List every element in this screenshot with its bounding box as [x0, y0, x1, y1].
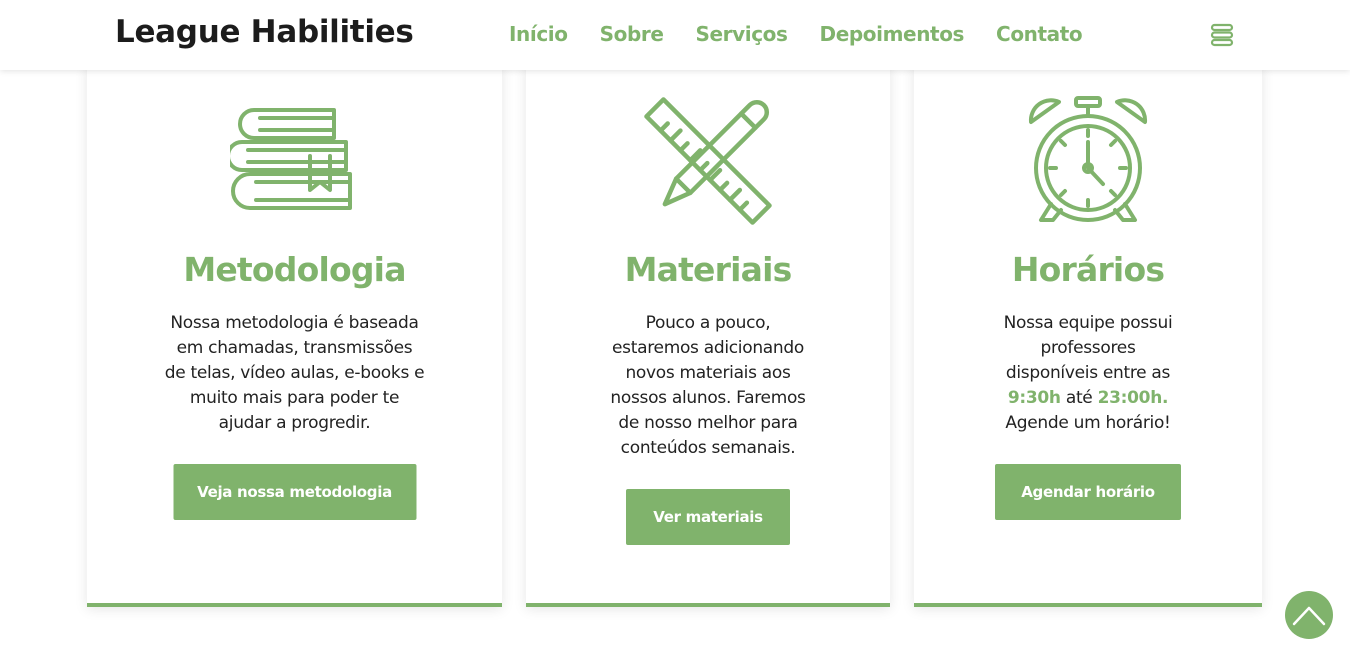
- site-header: League Habilities Início Sobre Serviços …: [0, 0, 1350, 70]
- desc-line: professores: [1040, 338, 1136, 358]
- time-end: 23:00h.: [1097, 388, 1169, 408]
- card-title: Materiais: [624, 250, 793, 289]
- nav-servicos[interactable]: Serviços: [695, 22, 787, 46]
- card-description: Nossa equipe possui professores disponív…: [988, 311, 1188, 436]
- desc-line: de nosso melhor para: [618, 413, 798, 433]
- card-horarios: Horários Nossa equipe possui professores…: [914, 64, 1262, 607]
- card-title: Metodologia: [183, 250, 406, 289]
- card-description: Nossa metodologia é baseada em chamadas,…: [160, 311, 430, 436]
- desc-line: ajudar a progredir.: [218, 413, 371, 433]
- desc-line: disponíveis entre as: [1005, 363, 1171, 383]
- card-materiais: Materiais Pouco a pouco, estaremos adici…: [526, 64, 890, 607]
- desc-line: Agende um horário!: [1005, 413, 1171, 433]
- scroll-to-top-button[interactable]: [1285, 591, 1333, 639]
- menu-stack-icon[interactable]: [1209, 22, 1235, 48]
- agendar-horario-button[interactable]: Agendar horário: [995, 464, 1181, 520]
- books-icon: [225, 104, 360, 219]
- veja-metodologia-button[interactable]: Veja nossa metodologia: [173, 464, 416, 520]
- nav-contato[interactable]: Contato: [996, 22, 1083, 46]
- desc-line: Pouco a pouco,: [645, 313, 771, 333]
- alarm-clock-icon: [1023, 96, 1153, 229]
- ruler-pencil-icon: [643, 96, 773, 231]
- card-title: Horários: [1011, 250, 1165, 289]
- desc-line: de telas, vídeo aulas, e-books e: [164, 363, 425, 383]
- desc-line: estaremos adicionando: [612, 338, 804, 358]
- nav-inicio[interactable]: Início: [509, 22, 568, 46]
- nav-depoimentos[interactable]: Depoimentos: [820, 22, 965, 46]
- time-start: 9:30h: [1007, 388, 1061, 408]
- desc-line: Nossa metodologia é baseada: [170, 313, 419, 333]
- desc-line: conteúdos semanais.: [620, 438, 796, 458]
- main-nav: Início Sobre Serviços Depoimentos Contat…: [509, 22, 1114, 46]
- card-description: Pouco a pouco, estaremos adicionando nov…: [598, 311, 818, 461]
- card-metodologia: Metodologia Nossa metodologia é baseada …: [87, 64, 502, 607]
- ver-materiais-button[interactable]: Ver materiais: [626, 489, 790, 545]
- desc-line: em chamadas, transmissões: [176, 338, 413, 358]
- site-logo[interactable]: League Habilities: [115, 14, 414, 50]
- desc-line: nossos alunos. Faremos: [610, 388, 806, 408]
- desc-line: Nossa equipe possui: [1003, 313, 1173, 333]
- desc-line: novos materiais aos: [625, 363, 791, 383]
- time-connector: até: [1060, 388, 1098, 408]
- chevron-up-icon: [1292, 606, 1326, 626]
- nav-sobre[interactable]: Sobre: [600, 22, 664, 46]
- desc-line: muito mais para poder te: [189, 388, 400, 408]
